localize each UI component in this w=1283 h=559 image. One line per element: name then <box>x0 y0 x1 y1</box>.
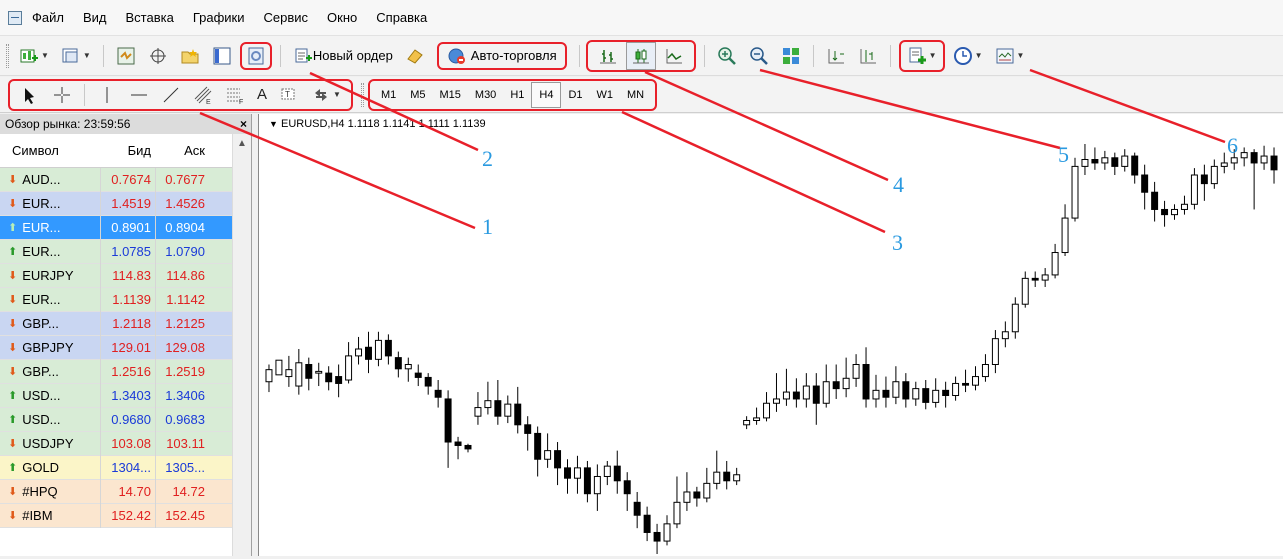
callout-5: 5 <box>1058 142 1069 167</box>
callout-1: 1 <box>482 214 493 239</box>
callout-4: 4 <box>893 172 904 197</box>
callout-2: 2 <box>482 146 493 171</box>
annotation-overlay: 1 2 3 4 5 6 <box>199 68 1238 255</box>
callout-3: 3 <box>892 230 903 255</box>
callout-6: 6 <box>1227 133 1238 158</box>
